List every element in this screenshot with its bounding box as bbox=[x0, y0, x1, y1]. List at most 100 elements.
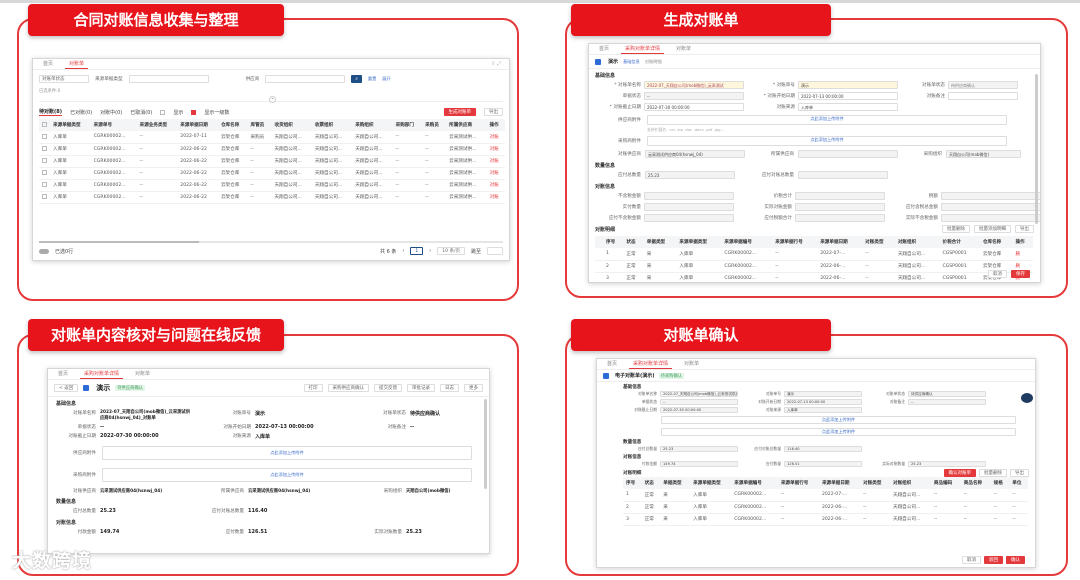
end-date-input[interactable]: 2022-07-30 00:00:00 bbox=[644, 103, 744, 111]
table-cell[interactable]: 对账 bbox=[486, 179, 505, 192]
confirm-button[interactable]: 确认 bbox=[1006, 556, 1025, 564]
table-row[interactable]: 2 正常采入库单 CGRK00002... -- 2022-06-... -- 天翔自公司.… bbox=[623, 501, 1028, 514]
next-page-icon[interactable]: › bbox=[429, 248, 431, 254]
show-checkbox[interactable] bbox=[160, 109, 166, 115]
batch-delete-button[interactable]: 批量删除 bbox=[942, 225, 970, 233]
status-select[interactable]: 对账单状态 bbox=[39, 75, 89, 83]
collapse-icon[interactable]: ⌃ bbox=[269, 96, 276, 103]
search-button[interactable]: ⌕ bbox=[351, 75, 362, 83]
print-button[interactable]: 打印 bbox=[303, 384, 323, 392]
table-row[interactable]: 3 正常采入库单 CGRK00002... -- 2022-06-... -- 天翔自公司.… bbox=[623, 513, 1028, 526]
log-button[interactable]: 日志 bbox=[440, 384, 459, 392]
source-type-select[interactable] bbox=[128, 75, 209, 83]
table-row[interactable]: 3 正常采入库单 CGRK00002... -- 2022-06-... -- 天翔自公司.… bbox=[595, 272, 1033, 282]
toggle-switch[interactable] bbox=[39, 248, 49, 254]
table-row[interactable]: 入库单 CGRK00002... -- 2022-06-22 云架仓库 -- 天翔自公司..… bbox=[39, 167, 505, 180]
table-row[interactable]: 1 正常采入库单 CGRK00002... -- 2022-07-... -- 天翔自公司.… bbox=[623, 489, 1028, 502]
table-row[interactable]: 2 正常采入库单 CGRK00002... -- 2022-06-... -- 天翔自公司.… bbox=[595, 260, 1033, 273]
statement-no-input[interactable]: 演示 bbox=[798, 81, 898, 89]
detail-export-button[interactable]: 导出 bbox=[1015, 225, 1034, 233]
subtab-done[interactable]: 已对账(0) bbox=[70, 109, 92, 116]
title-tab-basic[interactable]: 基础信息 bbox=[623, 59, 640, 65]
table-row[interactable]: 1 正常采入库单 CGRK00002... -- 2022-07-... -- 天翔自公司.… bbox=[595, 248, 1033, 261]
start-date-input[interactable]: 2022-07-13 00:00:00 bbox=[798, 92, 898, 100]
table-row[interactable]: 入库单 CGRK00002... -- 2022-07-11 云架仓库 采购员 天翔自公司.… bbox=[39, 131, 505, 144]
row-checkbox[interactable] bbox=[42, 170, 47, 175]
batch-delete-button[interactable]: 批量删除 bbox=[979, 469, 1007, 477]
remark-input[interactable] bbox=[948, 92, 1018, 100]
row-checkbox[interactable] bbox=[42, 194, 47, 199]
tab-statement[interactable]: 对账单 bbox=[131, 369, 154, 379]
cancel-button[interactable]: 取消 bbox=[962, 556, 981, 564]
more-button[interactable]: 更多 bbox=[464, 384, 483, 392]
statement-name-input[interactable]: 2022-07_天翔自公司(mob微信)_云采测试 bbox=[644, 81, 744, 89]
cancel-button[interactable]: 取消 bbox=[988, 270, 1007, 278]
goto-input[interactable] bbox=[487, 247, 503, 255]
row-checkbox[interactable] bbox=[42, 133, 47, 139]
subtab-cancelled[interactable]: 已取消(0) bbox=[130, 109, 152, 116]
upload-link[interactable]: 点此添加上传附件 bbox=[810, 116, 844, 121]
buyer-upload-box[interactable]: 点此添加上传附件 bbox=[647, 136, 1007, 146]
tab-detail[interactable]: 采购对账单详情 bbox=[621, 44, 665, 54]
title-tab-detail[interactable]: 对账明细 bbox=[645, 59, 662, 65]
approval-button[interactable]: 审批记录 bbox=[407, 384, 435, 392]
supplier-input[interactable] bbox=[265, 75, 346, 83]
table-cell[interactable]: 对账 bbox=[486, 143, 505, 156]
expand-link[interactable]: 展开 bbox=[382, 76, 390, 82]
subtab-progress[interactable]: 对账中(0) bbox=[100, 109, 122, 116]
upload-link[interactable]: 点此添加上传附件 bbox=[810, 137, 844, 142]
table-cell[interactable]: 对账 bbox=[486, 191, 505, 204]
detail-export-button[interactable]: 导出 bbox=[1010, 469, 1029, 477]
supplier-upload-box[interactable]: 点此添加上传附件 bbox=[102, 446, 472, 460]
generate-statement-button[interactable]: 生成对账单 bbox=[443, 108, 476, 116]
table-cell[interactable]: 删 bbox=[1012, 248, 1033, 261]
tab-home[interactable]: 首页 bbox=[595, 44, 613, 54]
table-row[interactable]: 入库单 CGRK00002... -- 2022-06-22 云架仓库 -- 天翔自公司..… bbox=[39, 155, 505, 168]
row-checkbox[interactable] bbox=[42, 146, 47, 151]
tab-home[interactable]: 首页 bbox=[39, 59, 57, 69]
select-all-checkbox[interactable] bbox=[42, 122, 47, 127]
float-action-icon[interactable] bbox=[1021, 393, 1033, 403]
tab-statement[interactable]: 对账单 bbox=[65, 59, 89, 69]
back-button[interactable]: < 返回 bbox=[54, 384, 79, 392]
tab-detail[interactable]: 采购对账单详情 bbox=[629, 359, 673, 369]
tab-detail[interactable]: 采购对账单详情 bbox=[80, 369, 124, 379]
subtab-pending[interactable]: 待对账(8) bbox=[39, 108, 63, 116]
page-1[interactable]: 1 bbox=[410, 247, 424, 255]
row-checkbox[interactable] bbox=[42, 158, 47, 163]
window-icons[interactable]: ⇧ ⤢ bbox=[491, 61, 501, 67]
table-cell[interactable]: 对账 bbox=[486, 131, 505, 144]
table-cell[interactable]: 对账 bbox=[486, 167, 505, 180]
table-row[interactable]: 入库单 CGRK00002... -- 2022-06-22 云架仓库 -- 天翔自公司..… bbox=[39, 191, 505, 204]
page-size-select[interactable]: 10 条/页 bbox=[437, 247, 465, 255]
tab-statement[interactable]: 对账单 bbox=[672, 44, 695, 54]
tab-home[interactable]: 首页 bbox=[54, 369, 72, 379]
show-level-checkbox[interactable] bbox=[191, 109, 197, 115]
upload-link[interactable]: 点此添加上传附件 bbox=[822, 417, 856, 422]
upload-link[interactable]: 点此添加上传附件 bbox=[270, 450, 304, 455]
table-row[interactable]: 入库单 CGRK00002... -- 2022-06-22 云架仓库 -- 天翔自公司..… bbox=[39, 143, 505, 156]
feedback-button[interactable]: 提交反馈 bbox=[374, 384, 402, 392]
tab-statement[interactable]: 对账单 bbox=[680, 359, 703, 369]
buyer-upload-box[interactable]: 点此添加上传附件 bbox=[102, 468, 472, 482]
reset-link[interactable]: 重置 bbox=[368, 76, 376, 82]
confirm-statement-button[interactable]: 确认对账单 bbox=[943, 469, 976, 477]
reject-button[interactable]: 驳回 bbox=[984, 556, 1003, 564]
vertical-scrollbar[interactable] bbox=[1035, 74, 1038, 224]
upload-box-2[interactable]: 点此添加上传附件 bbox=[661, 428, 1016, 436]
table-cell[interactable]: 对账 bbox=[486, 155, 505, 168]
upload-link[interactable]: 点此添加上传附件 bbox=[822, 429, 856, 434]
row-checkbox[interactable] bbox=[42, 182, 47, 187]
upload-link[interactable]: 点此添加上传附件 bbox=[270, 472, 304, 477]
batch-add-button[interactable]: 批量添加明细 bbox=[974, 225, 1011, 233]
table-row[interactable]: 入库单 CGRK00002... -- 2022-06-22 云架仓库 -- 天翔自公司..… bbox=[39, 179, 505, 192]
tab-home[interactable]: 首页 bbox=[603, 359, 621, 369]
vertical-scrollbar[interactable] bbox=[484, 399, 487, 489]
upload-box-1[interactable]: 点此添加上传附件 bbox=[661, 416, 1016, 424]
source-select[interactable]: 入库单 bbox=[798, 103, 898, 111]
prev-page-icon[interactable]: ‹ bbox=[402, 248, 404, 254]
save-button[interactable]: 保存 bbox=[1011, 270, 1030, 278]
horizontal-scrollbar[interactable] bbox=[39, 241, 503, 243]
export-button[interactable]: 导出 bbox=[484, 108, 503, 116]
confirm-button[interactable]: 采购供应商确认 bbox=[327, 384, 369, 392]
